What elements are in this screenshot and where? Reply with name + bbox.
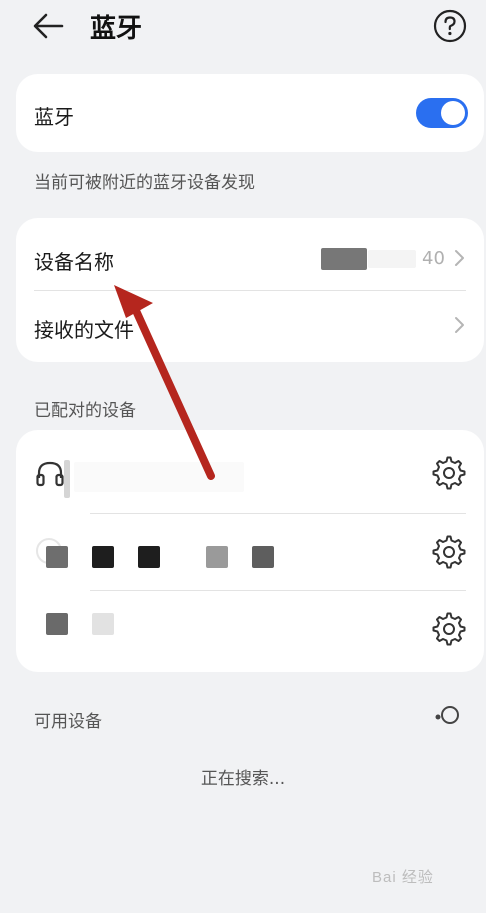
bluetooth-switch[interactable] bbox=[416, 98, 468, 128]
received-files-row[interactable]: 接收的文件 bbox=[16, 291, 484, 361]
switch-knob bbox=[441, 101, 465, 125]
device-name-redacted bbox=[46, 546, 68, 568]
paired-device-row[interactable] bbox=[16, 591, 484, 669]
device-name-value-blur bbox=[368, 250, 416, 268]
device-name-redacted bbox=[64, 460, 70, 498]
watermark: Bai 经验 bbox=[372, 869, 434, 886]
device-name-value: 40 bbox=[422, 248, 445, 269]
available-devices-title: 可用设备 bbox=[34, 712, 102, 732]
back-button[interactable] bbox=[28, 6, 68, 46]
received-files-label: 接收的文件 bbox=[34, 318, 134, 342]
top-bar: 蓝牙 bbox=[0, 0, 486, 56]
device-name-redacted bbox=[92, 613, 114, 635]
device-name-redacted bbox=[92, 546, 114, 568]
device-name-blur bbox=[74, 462, 244, 492]
headset-icon bbox=[36, 461, 64, 487]
gear-icon[interactable] bbox=[432, 612, 466, 646]
device-name-row[interactable]: 设备名称 40 bbox=[16, 218, 484, 290]
paired-device-row[interactable] bbox=[16, 514, 484, 590]
device-name-label: 设备名称 bbox=[34, 250, 114, 274]
gear-icon[interactable] bbox=[432, 456, 466, 490]
help-button[interactable] bbox=[432, 8, 468, 44]
arrow-left-icon bbox=[33, 13, 64, 39]
device-name-redacted bbox=[252, 546, 274, 568]
spinner-icon[interactable] bbox=[432, 703, 462, 727]
discoverable-note: 当前可被附近的蓝牙设备发现 bbox=[34, 173, 255, 193]
bluetooth-toggle-card bbox=[16, 74, 484, 152]
device-name-value-redacted bbox=[321, 248, 367, 270]
searching-status: 正在搜索... bbox=[200, 769, 286, 789]
question-circle-icon bbox=[433, 9, 467, 43]
chevron-right-icon bbox=[455, 250, 464, 266]
gear-icon[interactable] bbox=[432, 535, 466, 569]
device-name-redacted bbox=[46, 613, 68, 635]
bluetooth-label: 蓝牙 bbox=[34, 105, 74, 129]
device-name-redacted bbox=[138, 546, 160, 568]
paired-devices-title: 已配对的设备 bbox=[34, 401, 136, 421]
paired-device-row[interactable] bbox=[16, 432, 484, 512]
page-title: 蓝牙 bbox=[90, 14, 143, 44]
chevron-right-icon bbox=[455, 317, 464, 333]
device-name-redacted bbox=[206, 546, 228, 568]
